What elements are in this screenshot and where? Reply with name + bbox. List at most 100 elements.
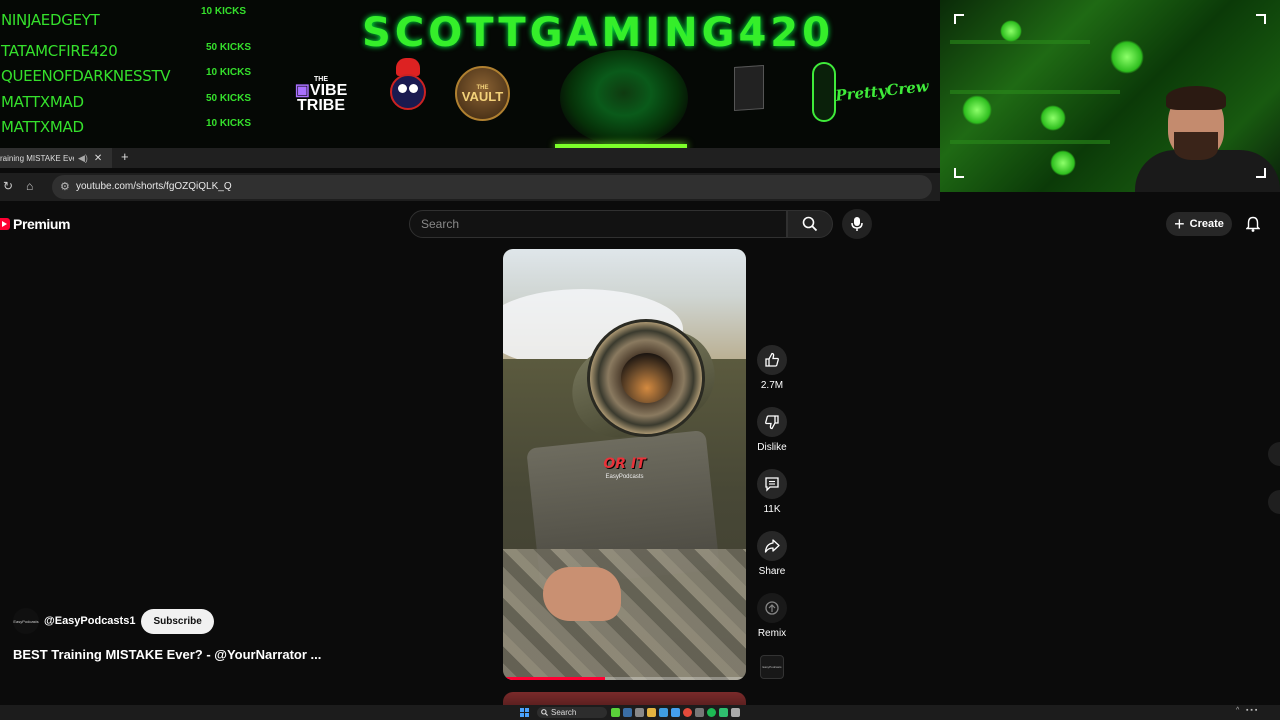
like-action: 2.7M bbox=[757, 345, 787, 391]
pretty-crew-line2: Crew bbox=[885, 76, 930, 99]
pretty-crew-line1: Pretty bbox=[834, 81, 888, 105]
create-label: Create bbox=[1189, 218, 1224, 230]
kick-amount: 50 KICKS bbox=[206, 93, 252, 104]
search-icon bbox=[541, 709, 548, 716]
video-progress-fill bbox=[503, 677, 606, 680]
reload-icon[interactable]: ↻ bbox=[3, 179, 13, 193]
audio-icon[interactable]: ◀) bbox=[78, 153, 88, 164]
taskbar-app-icon[interactable] bbox=[623, 708, 632, 717]
pretty-crew-logo: Pretty Crew bbox=[834, 67, 929, 115]
windows-taskbar: Search ^ ▪ ▪ ▪ bbox=[0, 705, 1280, 720]
subscribe-button[interactable]: Subscribe bbox=[141, 608, 214, 634]
site-info-icon[interactable]: ⚙ bbox=[60, 180, 70, 193]
create-button[interactable]: + Create bbox=[1166, 212, 1232, 236]
channel-row: EasyPodcasts @EasyPodcasts1 Subscribe bbox=[13, 608, 214, 634]
taskbar-search[interactable]: Search bbox=[537, 707, 607, 718]
search-box bbox=[409, 210, 787, 238]
search-icon bbox=[802, 216, 818, 232]
video-watermark: EasyPodcasts bbox=[605, 474, 644, 480]
comment-icon bbox=[765, 477, 779, 492]
like-button[interactable] bbox=[757, 345, 787, 375]
taskbar-search-label: Search bbox=[551, 708, 577, 717]
spotify-icon[interactable] bbox=[707, 708, 716, 717]
taskbar-app-icon[interactable] bbox=[671, 708, 680, 717]
home-icon[interactable]: ⌂ bbox=[26, 179, 33, 193]
next-short-button[interactable] bbox=[1268, 490, 1280, 514]
taskbar-app-icon[interactable] bbox=[635, 708, 644, 717]
notifications-button[interactable] bbox=[1243, 214, 1263, 234]
taskbar-app-icon[interactable] bbox=[719, 708, 728, 717]
comments-action: 11K bbox=[757, 469, 787, 515]
kick-amount: 50 KICKS bbox=[206, 42, 252, 53]
video-progress-bar[interactable] bbox=[503, 677, 746, 680]
channel-banner-title: SCOTTGAMING420 bbox=[362, 10, 834, 56]
kick-amount: 10 KICKS bbox=[206, 67, 252, 78]
webcam-feed bbox=[940, 0, 1280, 192]
taskbar-app-icon[interactable] bbox=[731, 708, 740, 717]
vault-logo: THE VAULT bbox=[455, 66, 510, 121]
vault-logo-name: VAULT bbox=[461, 88, 504, 104]
search-input[interactable] bbox=[421, 217, 771, 231]
shorts-video-player[interactable]: OR IT EasyPodcasts bbox=[503, 249, 746, 680]
channel-thumbnail[interactable]: EasyPodcasts bbox=[760, 655, 784, 679]
kick-name: MATTXMAD bbox=[1, 118, 84, 136]
twitch-icon: ▣ bbox=[294, 81, 310, 99]
tab-title: raining MISTAKE Eve bbox=[0, 153, 74, 163]
dislike-label: Dislike bbox=[757, 442, 787, 453]
plus-icon: + bbox=[1174, 214, 1185, 234]
youtube-header: Premium + Create bbox=[0, 206, 1280, 242]
folder-icon[interactable] bbox=[647, 708, 656, 717]
dislike-button[interactable] bbox=[757, 407, 787, 437]
mascot-logo bbox=[388, 58, 428, 122]
url-text[interactable]: youtube.com/shorts/fgOZQiQLK_Q bbox=[76, 181, 232, 192]
address-bar-row: ↻ ⌂ ⚙ youtube.com/shorts/fgOZQiQLK_Q bbox=[0, 173, 940, 201]
kick-name: QUEENOFDARKNESSTV bbox=[1, 67, 171, 85]
like-count: 2.7M bbox=[760, 380, 784, 391]
vibe-logo-line2: TRIBE bbox=[297, 96, 345, 114]
browser-tab[interactable]: raining MISTAKE Eve ◀) ✕ bbox=[0, 148, 112, 168]
comments-count: 11K bbox=[763, 504, 781, 515]
taskbar-app-icon[interactable] bbox=[611, 708, 620, 717]
share-arrow-icon bbox=[764, 539, 780, 553]
thumbs-up-icon bbox=[765, 352, 779, 367]
close-tab-icon[interactable]: ✕ bbox=[94, 153, 102, 164]
card-graphic bbox=[734, 64, 764, 112]
remix-button[interactable] bbox=[757, 593, 787, 623]
share-button[interactable] bbox=[757, 531, 787, 561]
tray-chevron-icon[interactable]: ^ bbox=[1236, 707, 1239, 714]
share-action: Share bbox=[757, 531, 787, 577]
taskbar-app-icon[interactable] bbox=[695, 708, 704, 717]
voice-search-button[interactable] bbox=[842, 209, 872, 239]
channel-name[interactable]: @EasyPodcasts1 bbox=[44, 615, 135, 627]
url-bar[interactable]: ⚙ youtube.com/shorts/fgOZQiQLK_Q bbox=[52, 175, 932, 199]
windows-start-icon[interactable] bbox=[520, 708, 529, 717]
remix-label: Remix bbox=[757, 628, 787, 639]
green-orb-graphic bbox=[560, 50, 688, 146]
bottle-logo bbox=[812, 62, 836, 122]
chrome-icon[interactable] bbox=[683, 708, 692, 717]
bell-icon bbox=[1246, 216, 1260, 232]
kick-name: TATAMCFIRE420 bbox=[1, 42, 118, 60]
comments-button[interactable] bbox=[757, 469, 787, 499]
dislike-action: Dislike bbox=[757, 407, 787, 453]
kick-name: NINJAEDGEYT bbox=[1, 11, 100, 29]
kick-name: MATTXMAD bbox=[1, 93, 84, 111]
kick-amount: 10 KICKS bbox=[206, 118, 252, 129]
kick-amount: 10 KICKS bbox=[201, 6, 247, 17]
taskbar-app-icon[interactable] bbox=[659, 708, 668, 717]
thumbs-down-icon bbox=[765, 415, 779, 430]
youtube-play-icon bbox=[0, 218, 10, 230]
vibe-tribe-logo: THE ▣VIBE TRIBE bbox=[292, 72, 350, 116]
channel-avatar[interactable]: EasyPodcasts bbox=[13, 608, 39, 634]
microphone-icon bbox=[851, 217, 863, 231]
previous-short-button[interactable] bbox=[1268, 442, 1280, 466]
new-tab-icon[interactable]: + bbox=[121, 149, 129, 164]
remix-icon bbox=[765, 601, 779, 615]
search-button[interactable] bbox=[787, 210, 833, 238]
remix-action: Remix bbox=[757, 593, 787, 639]
video-caption: OR IT bbox=[603, 456, 646, 472]
tray-icons[interactable]: ▪ ▪ ▪ bbox=[1246, 707, 1257, 714]
youtube-premium-logo[interactable]: Premium bbox=[0, 216, 71, 232]
share-label: Share bbox=[758, 566, 786, 577]
video-title[interactable]: BEST Training MISTAKE Ever? - @YourNarra… bbox=[13, 647, 321, 662]
